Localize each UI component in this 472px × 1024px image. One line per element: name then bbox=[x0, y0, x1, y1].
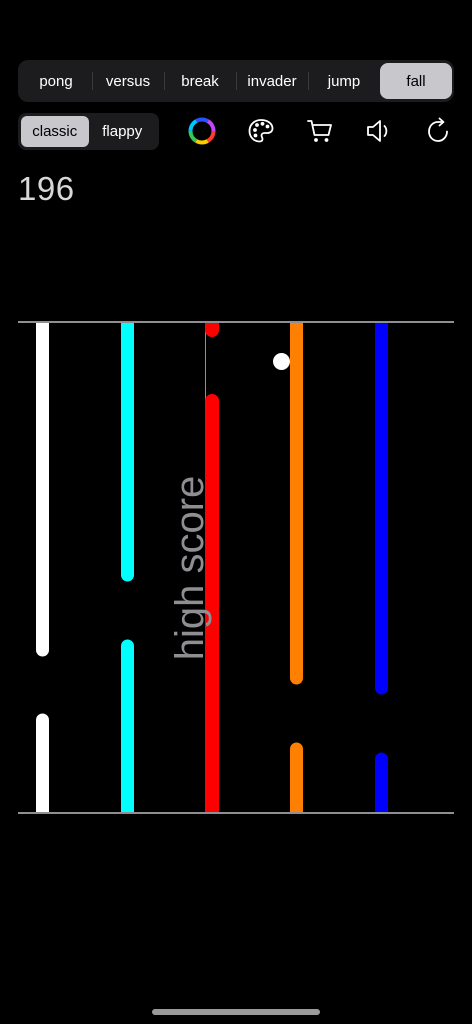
playfield[interactable]: high score bbox=[0, 0, 472, 1024]
ball bbox=[273, 353, 290, 370]
wall-bar bbox=[121, 639, 134, 812]
wall-bar bbox=[290, 323, 303, 685]
wall-bar bbox=[375, 323, 388, 695]
wall-bar bbox=[36, 713, 49, 812]
high-score-label: high score bbox=[168, 476, 212, 661]
wall-bar bbox=[375, 752, 388, 812]
wall-bar bbox=[290, 742, 303, 812]
wall-bar bbox=[36, 323, 49, 657]
game-screen: pong versus break invader jump fall clas… bbox=[0, 0, 472, 1024]
home-indicator bbox=[152, 1009, 320, 1015]
wall-bar bbox=[121, 323, 134, 582]
wall-bar bbox=[205, 323, 219, 337]
